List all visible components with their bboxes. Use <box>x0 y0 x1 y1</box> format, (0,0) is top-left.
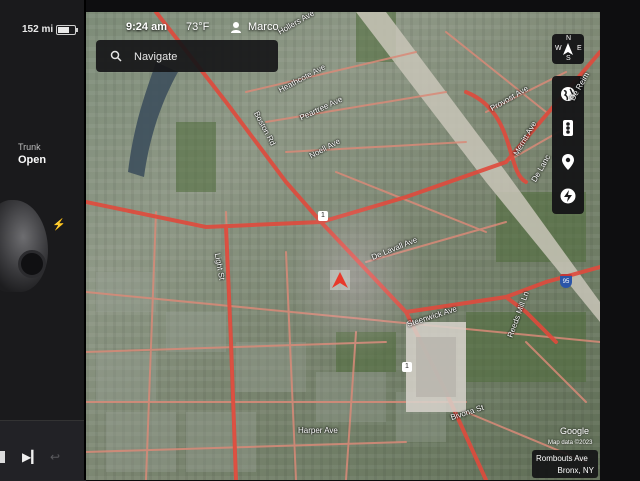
battery-icon <box>56 25 78 35</box>
navigation-arrow-icon <box>330 270 350 290</box>
compass-west: W <box>555 45 562 52</box>
temperature: 73°F <box>186 21 210 33</box>
next-track-icon[interactable]: ▶▎ <box>22 450 40 464</box>
driver-profile[interactable]: Marco <box>248 21 279 33</box>
compass-button[interactable]: N E S W <box>552 34 584 64</box>
navigation-map[interactable]: 9:24 am 73°F Marco N E S W <box>86 12 600 480</box>
charging-bolt-icon[interactable] <box>558 186 578 206</box>
pause-icon[interactable] <box>0 451 5 463</box>
car-wheel <box>18 250 46 278</box>
lightning-bolt-icon[interactable]: ⚡ <box>52 218 66 231</box>
map-roads <box>86 12 600 480</box>
compass-east: E <box>577 45 582 52</box>
route-shield: 1 <box>402 362 412 372</box>
interstate-shield: 95 <box>560 274 572 288</box>
current-location-card: Rombouts Ave Bronx, NY <box>532 450 598 478</box>
navigate-search[interactable] <box>96 40 278 72</box>
screen-bezel-top <box>86 0 600 12</box>
vehicle-panel: 152 mi Trunk Open ⚡ ▶▎ ↩ <box>0 0 86 481</box>
person-icon[interactable] <box>230 20 242 38</box>
google-logo: Google <box>560 426 590 436</box>
trunk-label[interactable]: Trunk <box>18 142 41 152</box>
trunk-status[interactable]: Open <box>18 154 46 166</box>
status-bar: 9:24 am 73°F Marco <box>86 12 600 42</box>
location-pin-icon[interactable] <box>558 152 578 172</box>
route-shield: 1 <box>318 211 328 221</box>
traffic-light-icon[interactable] <box>558 118 578 138</box>
clock: 9:24 am <box>126 21 167 33</box>
current-city: Bronx, NY <box>557 466 594 475</box>
favorite-icon[interactable]: ↩ <box>50 450 60 464</box>
current-street: Rombouts Ave <box>536 454 588 463</box>
screen-bezel-right <box>600 0 640 480</box>
compass-arrow-icon <box>563 43 573 55</box>
compass-north: N <box>566 35 572 42</box>
search-icon <box>110 49 122 67</box>
street-label: Harper Ave <box>298 426 338 435</box>
map-data-credit[interactable]: Map data ©2023 <box>548 440 592 446</box>
compass-south: S <box>566 55 571 62</box>
car-image <box>0 200 48 292</box>
media-player: ▶▎ ↩ <box>0 420 86 481</box>
battery-range: 152 mi <box>22 24 54 35</box>
search-input[interactable] <box>132 46 276 68</box>
